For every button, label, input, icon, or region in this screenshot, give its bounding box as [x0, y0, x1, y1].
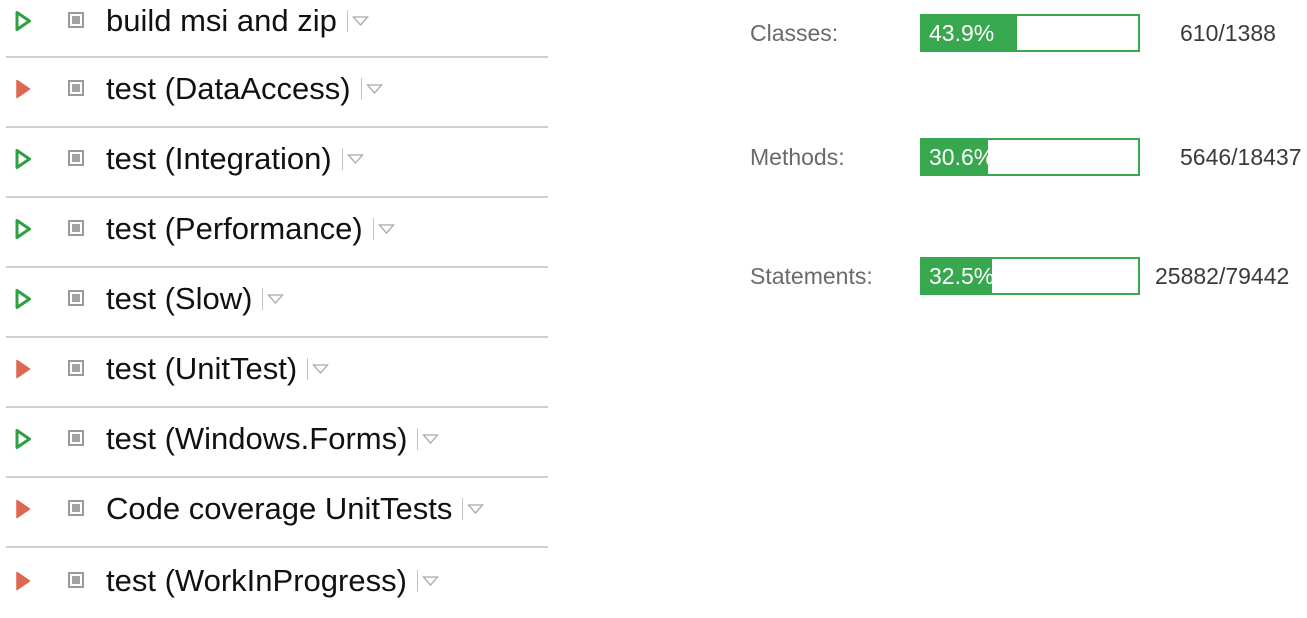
run-filled-red-icon[interactable] [14, 78, 32, 100]
coverage-percent: 32.5% [929, 263, 995, 289]
build-name[interactable]: test (WorkInProgress) [106, 561, 407, 601]
dropdown-arrow-icon[interactable] [421, 575, 439, 587]
collapse-square-icon[interactable] [68, 220, 84, 236]
build-configuration-list: build msi and zip test (DataAccess) test… [6, 0, 548, 618]
coverage-label: Classes: [750, 20, 839, 46]
build-row: test (Slow) [6, 268, 548, 338]
run-outline-green-icon[interactable] [14, 148, 32, 170]
run-filled-red-icon[interactable] [14, 570, 32, 592]
coverage-percent: 30.6% [929, 144, 995, 170]
menu-separator [416, 570, 418, 592]
run-outline-green-icon[interactable] [14, 10, 32, 32]
coverage-progress-bar: 30.6% [920, 138, 1140, 176]
run-outline-green-icon [15, 429, 31, 449]
menu-separator [346, 10, 348, 32]
build-row: test (Performance) [6, 198, 548, 268]
run-filled-red-icon [16, 359, 31, 379]
coverage-row-statements: Statements: 32.5% 25882/79442 [750, 256, 1307, 296]
build-row: test (UnitTest) [6, 338, 548, 408]
coverage-ratio: 5646/18437 [1180, 144, 1302, 170]
run-outline-green-icon [15, 289, 31, 309]
dropdown-arrow-icon[interactable] [467, 503, 485, 515]
coverage-row-classes: Classes: 43.9% 610/1388 [750, 13, 1307, 53]
build-name[interactable]: test (Performance) [106, 209, 363, 249]
run-outline-green-icon[interactable] [14, 218, 32, 240]
dropdown-arrow-icon[interactable] [312, 363, 330, 375]
run-filled-red-icon[interactable] [14, 358, 32, 380]
dropdown-arrow-icon[interactable] [351, 15, 369, 27]
collapse-square-icon[interactable] [68, 290, 84, 306]
build-name[interactable]: test (Slow) [106, 279, 252, 319]
coverage-progress-bar: 32.5% [920, 257, 1140, 295]
collapse-square-icon[interactable] [68, 572, 84, 588]
collapse-square-icon[interactable] [68, 430, 84, 446]
menu-separator [262, 288, 264, 310]
collapse-square-icon[interactable] [68, 500, 84, 516]
dropdown-arrow-icon[interactable] [365, 83, 383, 95]
build-row: test (WorkInProgress) [6, 548, 548, 618]
coverage-label: Statements: [750, 263, 873, 289]
coverage-row-methods: Methods: 30.6% 5646/18437 [750, 137, 1307, 177]
build-name[interactable]: Code coverage UnitTests [106, 489, 452, 529]
coverage-progress-bar: 43.9% [920, 14, 1140, 52]
collapse-square-icon[interactable] [68, 360, 84, 376]
build-row: Code coverage UnitTests [6, 478, 548, 548]
run-outline-green-icon [15, 149, 31, 169]
build-name[interactable]: test (Integration) [106, 139, 332, 179]
run-filled-red-icon[interactable] [14, 498, 32, 520]
dropdown-arrow-icon[interactable] [422, 433, 440, 445]
menu-separator [462, 498, 464, 520]
build-row: test (Integration) [6, 128, 548, 198]
menu-separator [372, 218, 374, 240]
build-name[interactable]: test (UnitTest) [106, 349, 297, 389]
dropdown-arrow-icon[interactable] [377, 223, 395, 235]
dropdown-arrow-icon[interactable] [346, 153, 364, 165]
build-row: test (Windows.Forms) [6, 408, 548, 478]
build-name[interactable]: test (Windows.Forms) [106, 419, 407, 459]
collapse-square-icon[interactable] [68, 12, 84, 28]
coverage-ratio: 25882/79442 [1155, 263, 1290, 289]
coverage-percent: 43.9% [929, 20, 995, 46]
menu-separator [341, 148, 343, 170]
build-row: build msi and zip [6, 0, 548, 58]
coverage-ratio: 610/1388 [1180, 20, 1276, 46]
run-outline-green-icon[interactable] [14, 428, 32, 450]
menu-separator [417, 428, 419, 450]
run-outline-green-icon [15, 219, 31, 239]
build-row: test (DataAccess) [6, 58, 548, 128]
build-name[interactable]: test (DataAccess) [106, 69, 351, 109]
dropdown-arrow-icon[interactable] [267, 293, 285, 305]
menu-separator [307, 358, 309, 380]
collapse-square-icon[interactable] [68, 80, 84, 96]
collapse-square-icon[interactable] [68, 150, 84, 166]
run-filled-red-icon [16, 499, 31, 519]
build-name[interactable]: build msi and zip [106, 1, 337, 41]
coverage-label: Methods: [750, 144, 845, 170]
run-filled-red-icon [16, 571, 31, 591]
menu-separator [360, 78, 362, 100]
run-filled-red-icon [16, 79, 31, 99]
code-coverage-summary: Classes: 43.9% 610/1388 Methods: 30.6% 5… [750, 0, 1307, 320]
run-outline-green-icon[interactable] [14, 288, 32, 310]
run-outline-green-icon [15, 11, 31, 31]
